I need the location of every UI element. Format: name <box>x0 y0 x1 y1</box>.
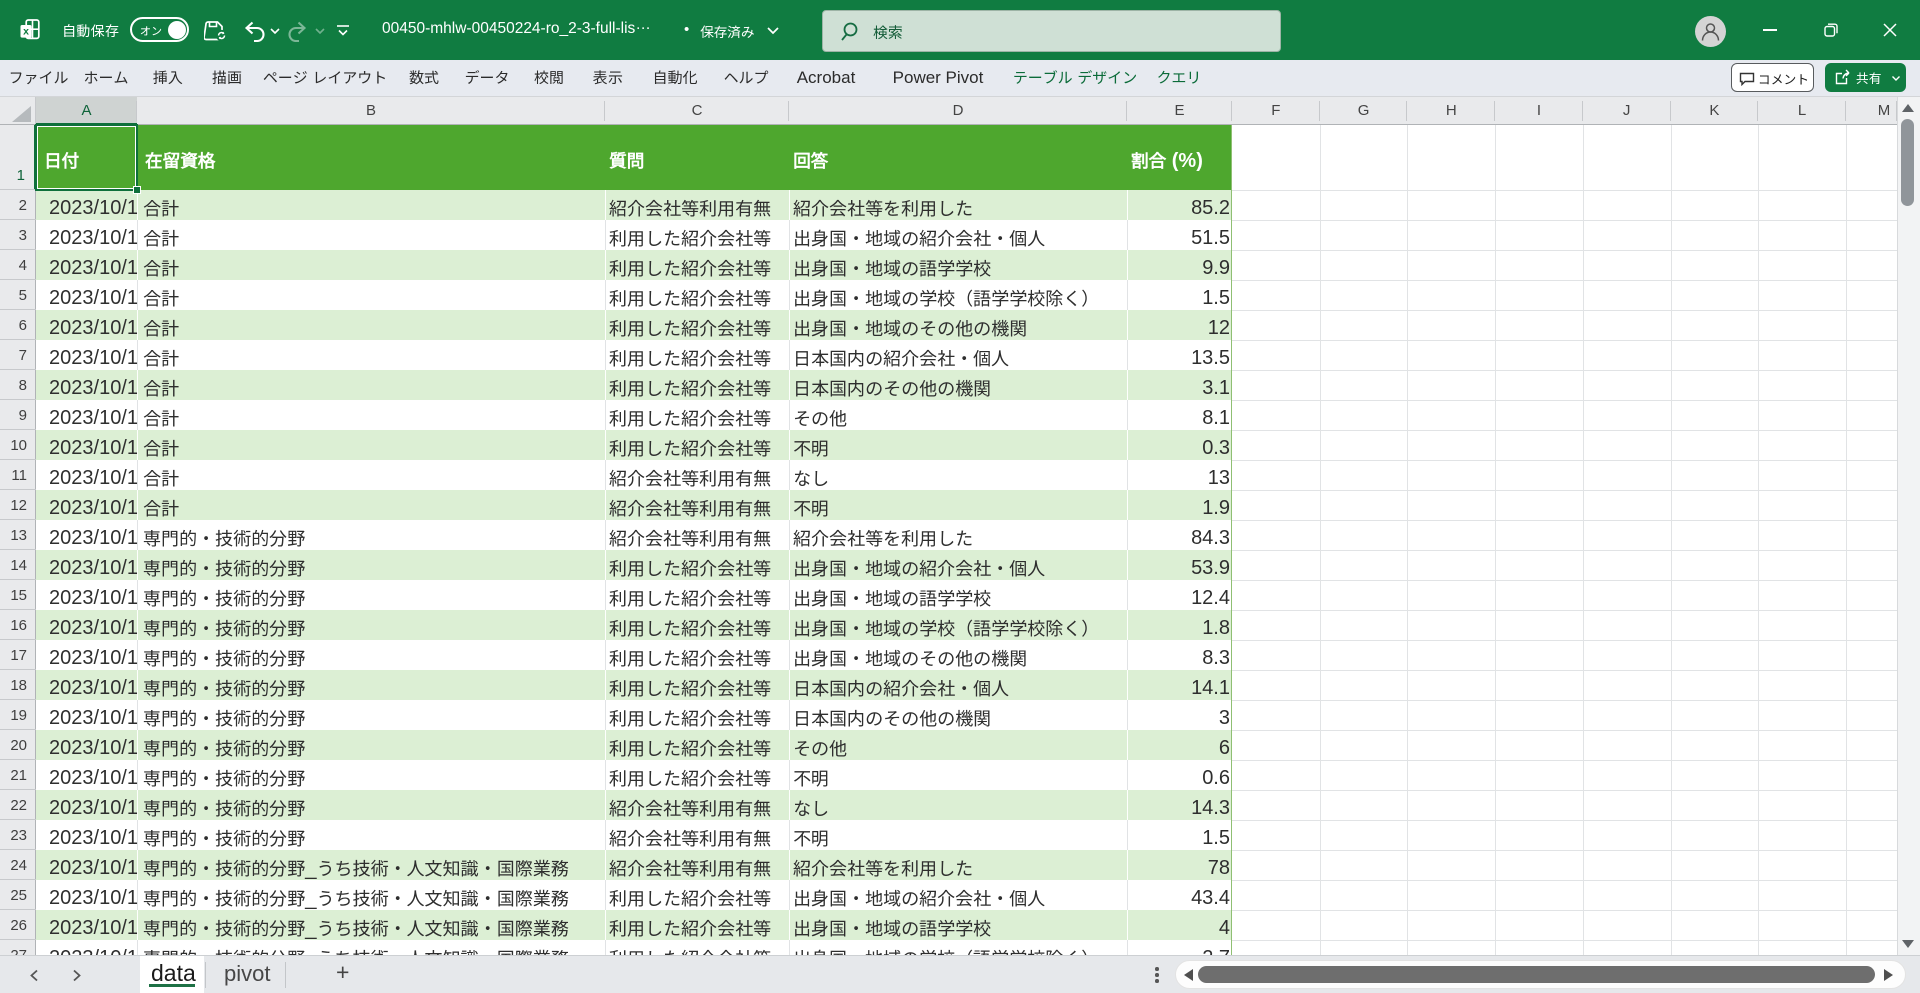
svg-text:x: x <box>23 26 29 38</box>
